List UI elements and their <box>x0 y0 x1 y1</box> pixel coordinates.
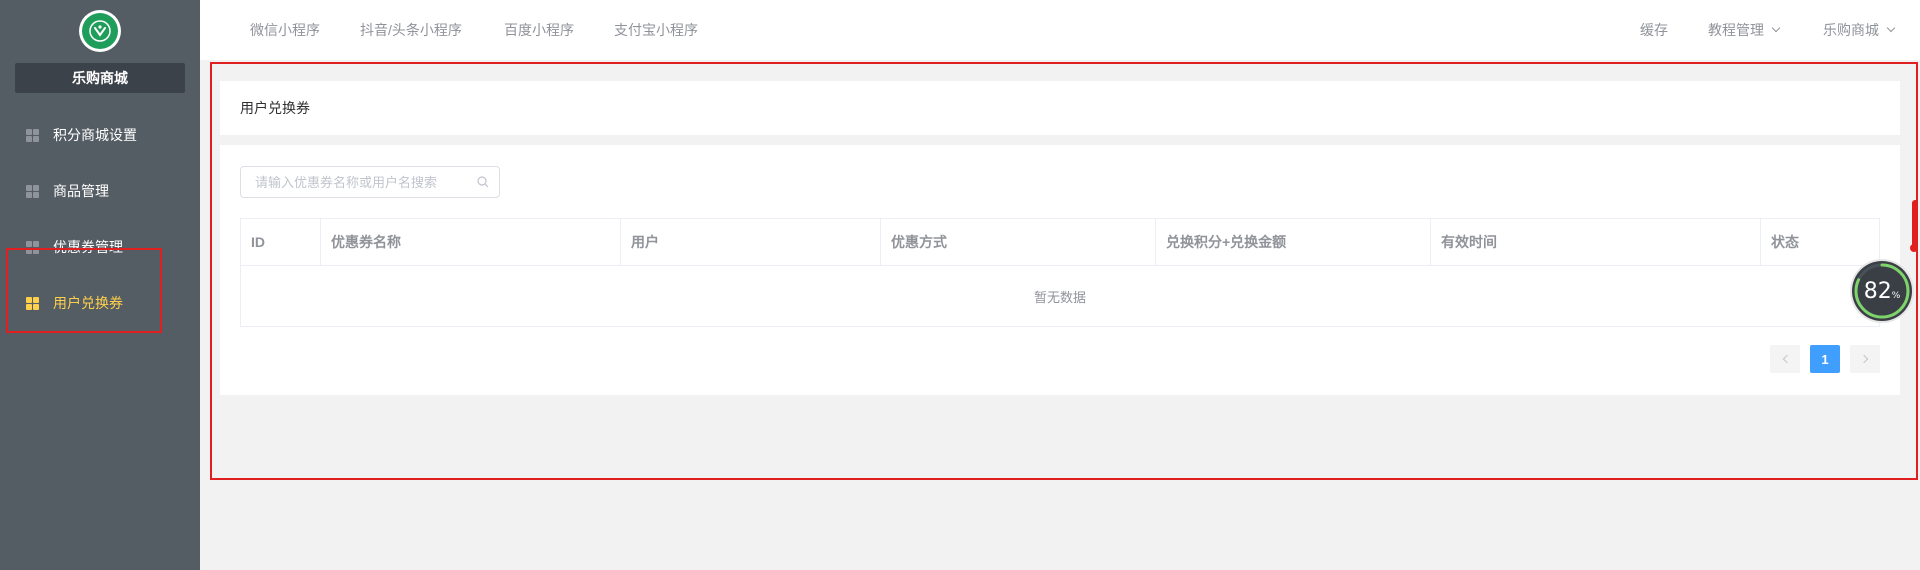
column-header-status: 状态 <box>1771 234 1799 250</box>
prev-page-button[interactable] <box>1770 345 1800 373</box>
cache-button[interactable]: 缓存 <box>1640 0 1668 60</box>
sidebar-item-points-mall-settings[interactable]: 积分商城设置 <box>0 107 200 163</box>
grid-icon <box>26 184 39 198</box>
table-empty-row: 暂无数据 <box>241 266 1879 326</box>
page-title: 用户兑换券 <box>240 100 310 116</box>
performance-widget[interactable]: 82% <box>1852 261 1912 321</box>
column-header-valid-time: 有效时间 <box>1431 219 1761 265</box>
sidebar-item-user-coupons[interactable]: 用户兑换券 <box>0 275 200 331</box>
sidebar-item-label: 用户兑换券 <box>53 295 123 311</box>
search-box <box>240 166 500 198</box>
cache-label: 缓存 <box>1640 22 1668 38</box>
sidebar-item-coupon-management[interactable]: 优惠券管理 <box>0 219 200 275</box>
shop-dropdown[interactable]: 乐购商城 <box>1823 0 1896 60</box>
column-header-coupon-name: 优惠券名称 <box>321 219 621 265</box>
sidebar: 乐购商城 积分商城设置 商品管理 优惠券管理 用户兑换券 <box>0 0 200 570</box>
tab-wechat-miniprogram[interactable]: 微信小程序 <box>250 0 320 60</box>
widget-percent: 82% <box>1863 278 1901 304</box>
grid-icon <box>26 128 39 142</box>
page-number-button[interactable]: 1 <box>1810 345 1840 373</box>
column-header-discount-method: 优惠方式 <box>881 219 1156 265</box>
tab-douyin-miniprogram[interactable]: 抖音/头条小程序 <box>360 0 462 60</box>
column-header-points-amount: 兑换积分+兑换金额 <box>1156 219 1431 265</box>
shop-name: 乐购商城 <box>15 63 185 93</box>
table-header: ID 优惠券名称 用户 优惠方式 兑换积分+兑换金额 有效时间 状态 <box>241 219 1879 266</box>
edge-dot <box>1910 244 1918 252</box>
shop-logo[interactable] <box>79 10 121 52</box>
chevron-down-icon <box>1771 23 1781 33</box>
chevron-right-icon <box>1859 354 1868 364</box>
sidebar-menu: 积分商城设置 商品管理 优惠券管理 用户兑换券 <box>0 107 200 331</box>
search-icon[interactable] <box>477 176 489 188</box>
tab-alipay-miniprogram[interactable]: 支付宝小程序 <box>614 0 698 60</box>
tutorial-label: 教程管理 <box>1708 22 1764 38</box>
grid-icon <box>26 240 39 254</box>
sidebar-item-label: 优惠券管理 <box>53 239 123 255</box>
content-card: ID 优惠券名称 用户 优惠方式 兑换积分+兑换金额 有效时间 状态 暂无数据 … <box>220 145 1900 395</box>
tutorial-management-dropdown[interactable]: 教程管理 <box>1708 0 1781 60</box>
page-title-card: 用户兑换券 <box>220 81 1900 135</box>
grid-icon <box>26 296 39 310</box>
sidebar-item-product-management[interactable]: 商品管理 <box>0 163 200 219</box>
tab-baidu-miniprogram[interactable]: 百度小程序 <box>504 0 574 60</box>
column-header-id: ID <box>241 219 321 265</box>
top-header: 微信小程序 抖音/头条小程序 百度小程序 支付宝小程序 缓存 教程管理 乐购商城 <box>200 0 1920 60</box>
sidebar-item-label: 积分商城设置 <box>53 127 137 143</box>
sidebar-item-label: 商品管理 <box>53 183 109 199</box>
pagination: 1 <box>1760 345 1880 373</box>
chevron-left-icon <box>1782 354 1791 364</box>
column-header-user: 用户 <box>621 219 881 265</box>
coupon-table: ID 优惠券名称 用户 优惠方式 兑换积分+兑换金额 有效时间 状态 暂无数据 <box>240 218 1880 327</box>
next-page-button[interactable] <box>1850 345 1880 373</box>
logo-emblem-icon <box>82 13 118 49</box>
empty-text: 暂无数据 <box>1033 289 1086 305</box>
edge-scroll-handle[interactable] <box>1912 200 1918 248</box>
search-input[interactable] <box>255 168 475 196</box>
shop-dropdown-label: 乐购商城 <box>1823 22 1879 38</box>
chevron-down-icon <box>1886 23 1896 33</box>
